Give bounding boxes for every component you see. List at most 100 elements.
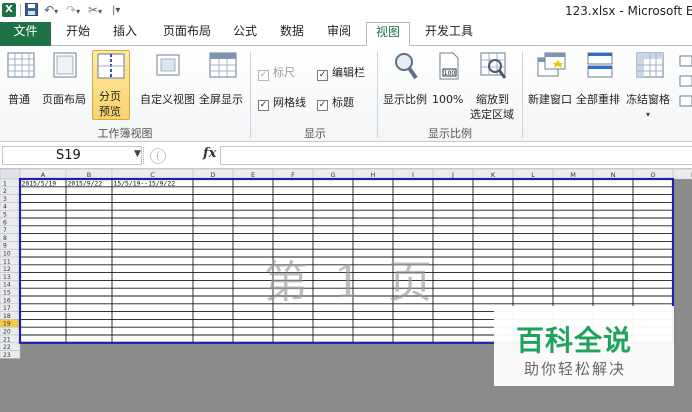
gridlines-label: 网格线	[273, 96, 306, 109]
svg-text:100: 100	[444, 70, 456, 77]
row-header-label: 11	[3, 258, 11, 265]
tab-formulas[interactable]: 公式	[228, 22, 262, 46]
column-header-label: C	[150, 171, 155, 179]
zoom-button[interactable]: 显示比例	[382, 52, 430, 106]
row-header-label: 15	[3, 290, 11, 297]
tab-review[interactable]: 审阅	[322, 22, 356, 46]
row-header-label: 12	[3, 266, 11, 273]
column-header-label: E	[251, 171, 255, 179]
magnifier-icon	[395, 53, 418, 80]
group-separator	[522, 52, 523, 138]
new-window-icon	[537, 52, 566, 77]
row-header-label: 22	[3, 344, 11, 351]
column-header-label: N	[611, 171, 616, 179]
group-separator	[250, 52, 251, 138]
arrange-all-icon	[587, 52, 613, 78]
column-header-label: G	[330, 171, 335, 179]
page-break-preview-label-2: 预览	[99, 105, 121, 118]
headings-checkbox[interactable]: ✓ 标题	[317, 96, 354, 111]
tab-view[interactable]: 视图	[366, 22, 410, 47]
select-all-corner[interactable]	[0, 169, 21, 180]
tab-data[interactable]: 数据	[275, 22, 309, 46]
formula-input[interactable]	[220, 146, 692, 165]
formula-bar-check-icon: ✓	[317, 70, 328, 81]
cell-a1[interactable]: 2015/5/19	[22, 179, 57, 187]
row-header-label: 10	[3, 251, 11, 258]
tab-developer[interactable]: 开发工具	[418, 22, 480, 46]
custom-views-label: 自定义视图	[140, 93, 195, 106]
cell-c1[interactable]: 15/5/19--15/9/22	[114, 179, 176, 187]
column-header-label: I	[412, 171, 414, 179]
page-layout-view-button[interactable]: 页面布局	[40, 52, 90, 106]
freeze-panes-dropdown-icon: ▾	[646, 110, 651, 119]
tab-file[interactable]: 文件	[0, 22, 51, 46]
formula-bar-separator	[143, 147, 148, 164]
name-box-dropdown-icon[interactable]: ▼	[134, 149, 141, 159]
workbook-views-group-label: 工作簿视图	[97, 127, 153, 140]
window-side-buttons[interactable]	[678, 52, 692, 112]
arrange-all-label: 全部重排	[576, 93, 620, 106]
column-header[interactable]	[672, 169, 692, 180]
full-screen-icon	[209, 52, 237, 78]
new-window-button[interactable]: 新建窗口	[526, 52, 576, 106]
cell-b1[interactable]: 2015/9/22	[68, 179, 103, 187]
row-header-label: 19	[3, 321, 11, 328]
page-layout-view-icon	[53, 52, 77, 78]
undo-icon[interactable]: ↶▾	[44, 3, 58, 18]
gridlines-checkbox[interactable]: ✓ 网格线	[258, 96, 306, 111]
full-screen-label: 全屏显示	[199, 93, 243, 106]
arrange-all-button[interactable]: 全部重排	[576, 52, 624, 106]
new-window-label: 新建窗口	[528, 93, 572, 106]
custom-views-icon	[156, 54, 180, 76]
freeze-panes-label: 冻结窗格	[626, 93, 670, 106]
customize-icon[interactable]: ✂▾	[88, 3, 102, 18]
row-header-label: 6	[3, 219, 7, 226]
page-layout-view-label: 页面布局	[42, 93, 86, 106]
headings-label: 标题	[332, 96, 354, 109]
column-header-label: F	[291, 171, 295, 179]
normal-view-button[interactable]: 普通	[4, 52, 38, 106]
title-bar: X ↶▾ ↷▾ ✂▾ |▾ 123.xlsx - Microsoft Exc	[0, 0, 692, 22]
tab-page-layout[interactable]: 页面布局	[156, 22, 218, 46]
zoom-to-selection-label-2: 选定区域	[470, 108, 514, 121]
tab-home[interactable]: 开始	[60, 22, 96, 46]
ruler-check-icon: ✓	[258, 70, 269, 81]
qat-dropdown-icon[interactable]: |▾	[112, 3, 120, 18]
page-break-preview-button[interactable]: 分页 预览	[92, 50, 130, 120]
full-screen-button[interactable]: 全屏显示	[199, 52, 247, 106]
cancel-icon[interactable]: (	[150, 148, 166, 164]
freeze-panes-button[interactable]: 冻结窗格 ▾	[626, 52, 674, 119]
gridlines-check-icon: ✓	[258, 100, 269, 111]
redo-icon[interactable]: ↷▾	[66, 3, 80, 18]
show-group-label: 显示	[304, 127, 326, 140]
tab-insert[interactable]: 插入	[107, 22, 143, 46]
row-header-label: 23	[3, 352, 11, 359]
zoom-to-selection-button[interactable]: 缩放到 选定区域	[470, 52, 518, 121]
ruler-checkbox[interactable]: ✓ 标尺	[258, 66, 295, 81]
column-header-label: L	[531, 171, 535, 179]
column-header-label: H	[371, 171, 376, 179]
column-header-label: M	[570, 171, 576, 179]
page-break-preview-icon	[97, 53, 125, 79]
watermark-subtitle: 助你轻松解决	[524, 360, 627, 378]
save-icon[interactable]	[25, 3, 38, 18]
row-header-label: 1	[3, 180, 7, 187]
normal-view-label: 普通	[8, 93, 30, 106]
row-header-label: 8	[3, 235, 7, 242]
column-header-label: B	[87, 171, 91, 179]
headings-check-icon: ✓	[317, 100, 328, 111]
page-break-preview-label-1: 分页	[99, 90, 121, 103]
name-box[interactable]: S19	[2, 146, 142, 165]
custom-views-button[interactable]: 自定义视图	[137, 52, 199, 106]
zoom-100-button[interactable]: 100 100%	[432, 52, 466, 106]
row-header-label: 2	[3, 188, 7, 195]
formula-bar-checkbox[interactable]: ✓ 编辑栏	[317, 66, 365, 81]
row-header-label: 5	[3, 212, 7, 219]
zoom-to-selection-icon	[480, 52, 507, 79]
row-header-label: 18	[3, 313, 11, 320]
zoom-100-label: 100%	[432, 93, 464, 106]
row-header-label: 14	[3, 282, 11, 289]
insert-function-icon[interactable]: fx	[203, 146, 216, 161]
excel-logo-icon[interactable]: X	[2, 3, 16, 17]
column-header-label: A	[41, 171, 46, 179]
